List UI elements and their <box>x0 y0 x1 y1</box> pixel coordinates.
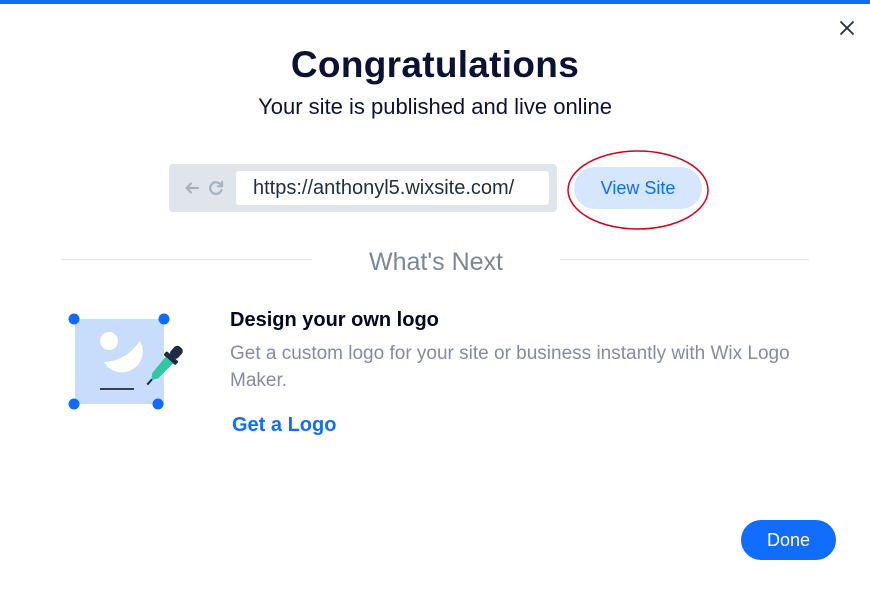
done-button[interactable]: Done <box>741 520 836 560</box>
section-divider-right <box>560 259 809 260</box>
refresh-icon <box>207 179 225 197</box>
suggestion-description: Get a custom logo for your site or busin… <box>230 343 790 391</box>
get-logo-link[interactable]: Get a Logo <box>232 414 336 437</box>
view-site-button[interactable]: View Site <box>574 167 702 209</box>
suggestion-heading: Design your own logo <box>230 309 439 331</box>
top-accent-bar <box>0 0 870 4</box>
dialog-title: Congratulations <box>290 44 580 85</box>
site-url-field[interactable]: https://anthonyl5.wixsite.com/ <box>236 171 549 205</box>
close-icon <box>840 21 854 35</box>
logo-maker-illustration <box>68 313 183 410</box>
section-divider-left <box>61 259 312 260</box>
dialog-subtitle: Your site is published and live online <box>258 94 612 119</box>
browser-preview-bar: https://anthonyl5.wixsite.com/ <box>169 164 557 212</box>
publish-success-dialog: Congratulations Your site is published a… <box>0 0 870 596</box>
arrow-left-icon <box>183 179 201 197</box>
close-button[interactable] <box>836 17 858 39</box>
section-title: What's Next <box>369 248 503 276</box>
